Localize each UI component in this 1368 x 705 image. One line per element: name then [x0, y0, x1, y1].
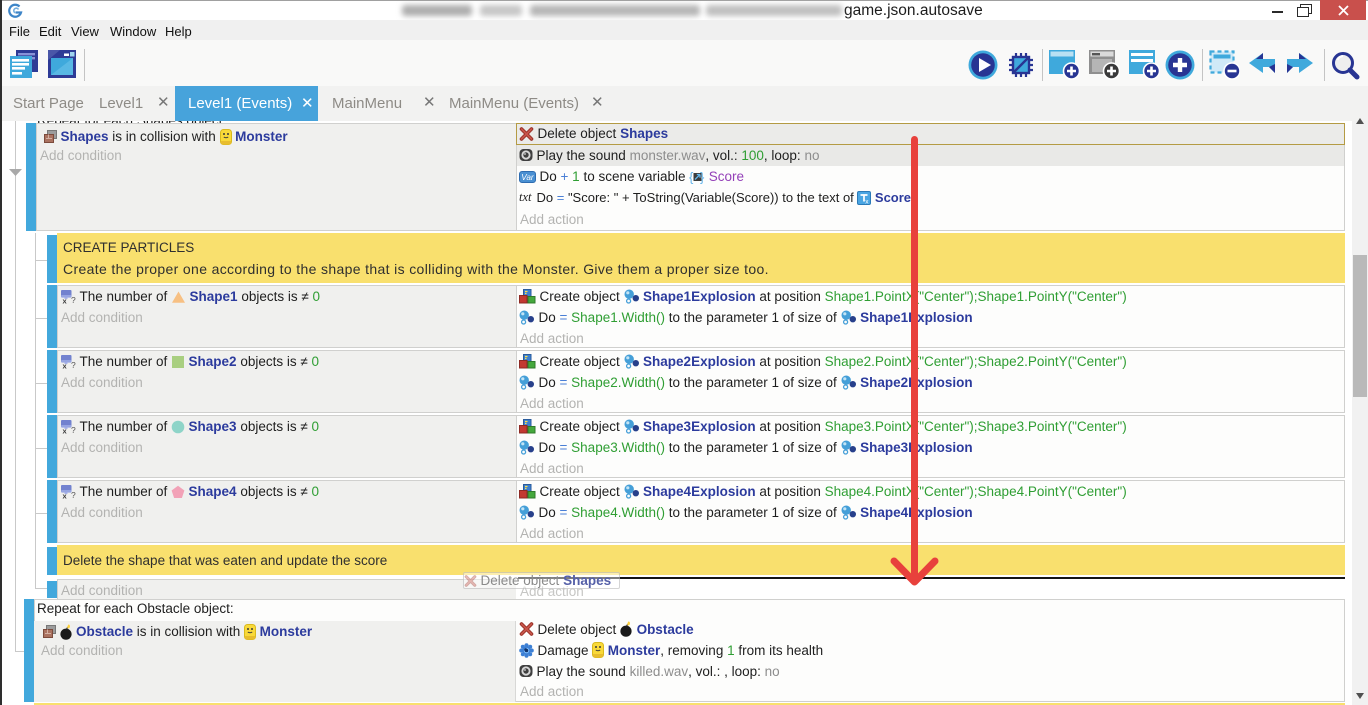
svg-text:Var: Var	[521, 172, 534, 181]
svg-text:{: {	[689, 170, 694, 184]
svg-text:?: ?	[71, 295, 76, 304]
svg-text:?: ?	[71, 360, 76, 369]
svg-text:}: }	[700, 170, 705, 184]
svg-text:?: ?	[71, 425, 76, 434]
svg-text:?: ?	[71, 490, 76, 499]
